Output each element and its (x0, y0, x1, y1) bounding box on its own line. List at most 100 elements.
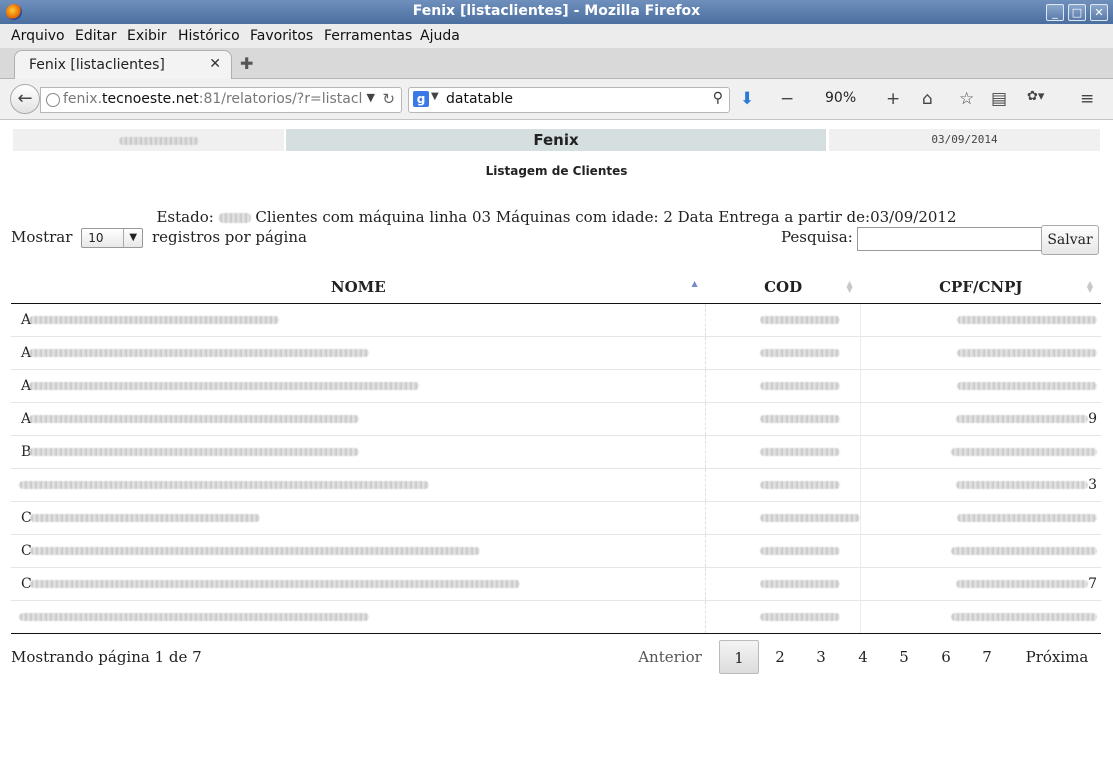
cell-cpf (860, 600, 1101, 634)
close-tab-icon[interactable]: ✕ (209, 56, 221, 72)
sort-ascending-icon: ▲ (691, 278, 698, 288)
table-row[interactable]: A (11, 303, 1101, 337)
header-user-cell (13, 129, 284, 151)
menu-bar: Arquivo Editar Exibir Histórico Favorito… (0, 24, 1113, 48)
minimize-button[interactable]: _ (1046, 4, 1064, 21)
page-button-5[interactable]: 5 (885, 640, 923, 672)
cell-cod (705, 336, 862, 370)
cell-cpf (860, 534, 1101, 568)
bookmark-star-icon[interactable]: ☆ (959, 89, 974, 109)
bookmarks-menu-icon[interactable]: ▤ (991, 89, 1007, 109)
maximize-button[interactable]: □ (1068, 4, 1086, 21)
column-header-cod[interactable]: COD ▲ ▼ (705, 270, 861, 304)
menu-ferramentas[interactable]: Ferramentas (324, 28, 412, 44)
table-row[interactable]: B (11, 435, 1101, 469)
column-header-cpf[interactable]: CPF/CNPJ ▲ ▼ (860, 270, 1101, 304)
cell-cpf: 9 (860, 402, 1101, 436)
page-length-control: Mostrar 10 ▼ registros por página (11, 228, 307, 248)
menu-ajuda[interactable]: Ajuda (420, 28, 460, 44)
chevron-down-icon: ▼ (123, 229, 142, 247)
cell-cod (705, 600, 862, 634)
download-icon[interactable]: ⬇ (740, 89, 754, 109)
zoom-level[interactable]: 90% (825, 90, 856, 106)
table-row[interactable]: A (11, 336, 1101, 370)
page-button-4[interactable]: 4 (844, 640, 882, 672)
cell-cpf (860, 435, 1101, 469)
page-length-select[interactable]: 10 ▼ (81, 228, 144, 248)
sort-both-icon: ▲ ▼ (846, 278, 853, 294)
google-engine-icon[interactable]: g (413, 91, 429, 107)
binoculars-icon[interactable]: ⚲ (713, 90, 723, 106)
page-button-2[interactable]: 2 (761, 640, 799, 672)
cell-nome: C (11, 534, 707, 568)
home-icon[interactable]: ⌂ (922, 89, 933, 109)
next-page-button[interactable]: Próxima (1020, 640, 1094, 672)
cell-nome: C (11, 567, 707, 601)
redacted-user (119, 136, 199, 145)
cell-cpf (860, 369, 1101, 403)
table-row[interactable] (11, 600, 1101, 634)
table-info: Mostrando página 1 de 7 (11, 648, 202, 666)
cell-nome: B (11, 435, 707, 469)
search-input[interactable] (857, 227, 1045, 251)
table-row[interactable]: C (11, 501, 1101, 535)
cell-nome: A (11, 369, 707, 403)
new-tab-icon[interactable]: ✚ (240, 54, 253, 73)
column-header-nome[interactable]: NOME ▲ (11, 270, 706, 304)
zoom-out-button[interactable]: − (780, 89, 794, 109)
menu-arquivo[interactable]: Arquivo (11, 28, 65, 44)
tab-fenix[interactable]: Fenix [listaclientes] ✕ (14, 50, 232, 79)
addon-icon[interactable]: ✿▾ (1027, 89, 1044, 104)
sort-both-icon: ▲ ▼ (1086, 278, 1093, 294)
clients-table: NOME ▲ COD ▲ ▼ CPF/CNPJ ▲ ▼ A A A A 9 B … (11, 270, 1101, 634)
page-button-1[interactable]: 1 (719, 640, 759, 674)
cell-nome: A (11, 303, 707, 337)
menu-exibir[interactable]: Exibir (127, 28, 167, 44)
table-row[interactable]: C 7 (11, 567, 1101, 601)
header-date: 03/09/2014 (829, 129, 1100, 151)
cell-nome (11, 468, 707, 502)
cell-cpf (860, 336, 1101, 370)
cell-nome: A (11, 402, 707, 436)
cell-cpf: 7 (860, 567, 1101, 601)
page-button-7[interactable]: 7 (968, 640, 1006, 672)
cell-nome: C (11, 501, 707, 535)
zoom-in-button[interactable]: + (886, 89, 900, 109)
redacted-estado (218, 213, 251, 223)
back-button[interactable]: ← (10, 84, 40, 114)
reload-icon[interactable]: ↻ (382, 90, 395, 108)
cell-cod (705, 303, 862, 337)
history-dropdown-icon[interactable]: ▼ (367, 91, 375, 104)
window-titlebar: Fenix [listaclientes] - Mozilla Firefox … (0, 0, 1113, 24)
tab-strip: Fenix [listaclientes] ✕ ✚ (0, 48, 1113, 79)
cell-cod (705, 468, 862, 502)
table-row[interactable]: A (11, 369, 1101, 403)
hamburger-menu-icon[interactable]: ≡ (1080, 89, 1094, 109)
table-row[interactable]: 3 (11, 468, 1101, 502)
save-button[interactable]: Salvar (1041, 225, 1099, 255)
menu-favoritos[interactable]: Favoritos (250, 28, 313, 44)
prev-page-button[interactable]: Anterior (634, 640, 706, 672)
globe-icon (46, 93, 60, 107)
pagination: Anterior 1 2 3 4 5 6 7 Próxima (630, 640, 1100, 674)
search-bar[interactable]: g ▼ datatable ⚲ (408, 87, 730, 113)
page-button-6[interactable]: 6 (927, 640, 965, 672)
url-text: fenix.tecnoeste.net:81/relatorios/?r=lis… (63, 91, 363, 107)
engine-dropdown-icon[interactable]: ▼ (431, 91, 439, 102)
menu-historico[interactable]: Histórico (178, 28, 240, 44)
table-row[interactable]: C (11, 534, 1101, 568)
filter-summary: Estado: Clientes com máquina linha 03 Má… (156, 208, 957, 226)
close-window-button[interactable]: ✕ (1090, 4, 1108, 21)
menu-editar[interactable]: Editar (75, 28, 116, 44)
cell-cpf (860, 501, 1101, 535)
list-title: Listagem de Clientes (485, 164, 628, 178)
url-bar[interactable]: fenix.tecnoeste.net:81/relatorios/?r=lis… (40, 87, 402, 113)
page-button-3[interactable]: 3 (802, 640, 840, 672)
navigation-toolbar: ← fenix.tecnoeste.net:81/relatorios/?r=l… (0, 79, 1113, 120)
table-row[interactable]: A 9 (11, 402, 1101, 436)
cell-cod (705, 369, 862, 403)
cell-cod (705, 534, 862, 568)
cell-nome (11, 600, 707, 634)
cell-cod (705, 501, 862, 535)
cell-cod (705, 435, 862, 469)
